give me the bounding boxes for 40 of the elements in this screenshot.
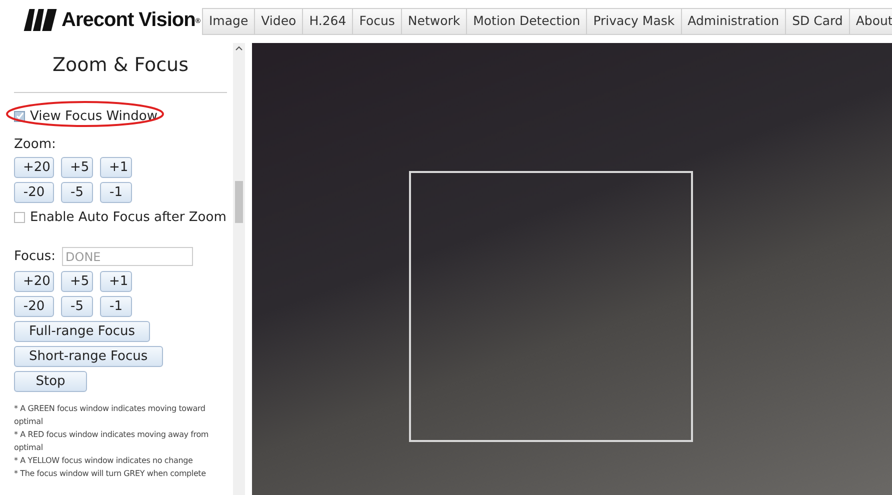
panel-button[interactable]: +5 xyxy=(61,156,93,178)
panel-button[interactable]: -5 xyxy=(61,296,93,316)
focus-note: * A GREEN focus window indicates moving toward optimal xyxy=(14,402,206,428)
nav-tab[interactable]: Privacy Mask xyxy=(587,8,682,35)
nav-tab[interactable]: Focus xyxy=(353,8,402,35)
nav-tab[interactable]: SD Card xyxy=(786,8,850,35)
panel-button[interactable]: Full-range Focus xyxy=(14,320,150,342)
panel-button[interactable]: -1 xyxy=(100,182,132,202)
nav-tab[interactable]: Network xyxy=(402,8,468,35)
panel-button[interactable]: -20 xyxy=(14,182,54,202)
checkmark-icon xyxy=(16,112,24,120)
panel-button[interactable]: +20 xyxy=(14,270,54,292)
focus-note: * A YELLOW focus window indicates no change xyxy=(14,454,194,466)
panel-button[interactable]: -1 xyxy=(100,296,132,316)
focus-note: * The focus window will turn GREY when complete xyxy=(14,468,207,480)
scrollbar[interactable] xyxy=(233,43,245,495)
panel-button[interactable]: Stop xyxy=(14,370,87,392)
scroll-up-icon xyxy=(235,45,243,51)
nav-tab[interactable]: Image xyxy=(202,8,256,35)
nav-tab[interactable]: Motion Detection xyxy=(467,8,588,35)
auto-focus-checkbox[interactable] xyxy=(14,212,25,223)
panel-title: Zoom & Focus xyxy=(14,43,227,92)
nav-tab[interactable]: Administration xyxy=(682,8,786,35)
focus-note: * A RED focus window indicates moving away from optimal xyxy=(14,428,210,454)
zoom-label: Zoom: xyxy=(14,136,57,154)
panel-button[interactable]: +1 xyxy=(100,156,132,178)
panel-button[interactable]: -20 xyxy=(14,296,54,316)
scroll-thumb[interactable] xyxy=(235,181,243,223)
logo-mark-icon xyxy=(22,6,59,34)
focus-label: Focus: xyxy=(14,248,56,266)
panel-button[interactable]: +20 xyxy=(14,156,54,178)
panel-button[interactable]: +5 xyxy=(61,270,93,292)
nav-tab[interactable]: Video xyxy=(255,8,304,35)
panel-button[interactable]: -5 xyxy=(61,182,93,202)
view-focus-window-label: View Focus Window xyxy=(30,108,158,126)
nav-tab[interactable]: H.264 xyxy=(303,8,354,35)
auto-focus-label: Enable Auto Focus after Zoom xyxy=(30,208,226,226)
logo: Arecont Vision$^{®}$ xyxy=(22,5,200,35)
panel-button[interactable]: Short-range Focus xyxy=(14,346,163,366)
panel-button[interactable]: +1 xyxy=(100,270,132,292)
